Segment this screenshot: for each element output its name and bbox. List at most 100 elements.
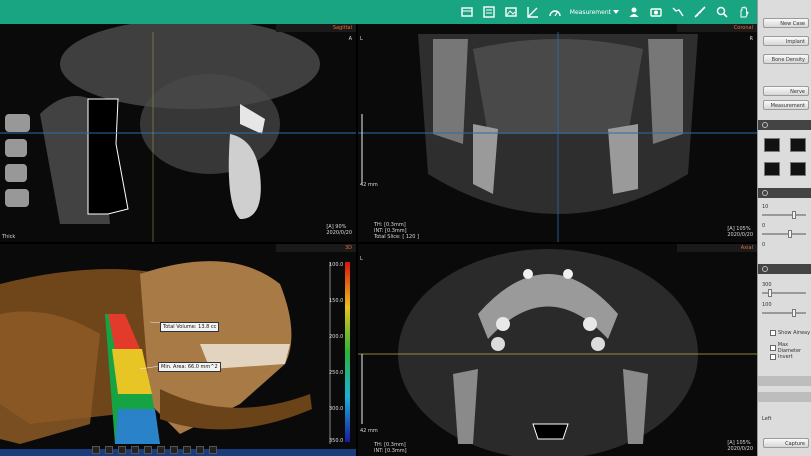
view-tool-4[interactable] <box>131 446 139 454</box>
view-tool-2[interactable] <box>105 446 113 454</box>
new-case-button[interactable]: New Case <box>763 18 809 28</box>
option-invert-checkbox[interactable] <box>770 354 776 360</box>
thumbnail-1[interactable] <box>764 138 780 152</box>
view-tool-1[interactable] <box>92 446 100 454</box>
sagittal-info-left: Thick <box>2 234 16 240</box>
view-section-header <box>758 120 811 130</box>
view-section-icon <box>762 122 768 128</box>
option-max-diameter[interactable]: Max Diameter <box>770 342 811 354</box>
trace-icon[interactable] <box>671 5 685 19</box>
render-section-icon <box>762 266 768 272</box>
view-tool-9[interactable] <box>196 446 204 454</box>
axial-title: Axial <box>677 244 757 252</box>
option-max-diameter-checkbox[interactable] <box>770 345 776 351</box>
slider-4[interactable] <box>762 309 806 317</box>
axial-pane[interactable]: Axial L 42 mm TH: [0.3mm] INT: [0.3mm] [… <box>358 244 757 456</box>
sagittal-info-right: [A] 90% 2020/0/20 <box>326 224 352 236</box>
nerve-button[interactable]: Nerve <box>763 86 809 96</box>
slider-value-4: 300 <box>762 282 772 288</box>
density-colorbar <box>345 262 350 442</box>
colorbar-label-4: 250.0 <box>329 370 344 376</box>
slider-value-3: 0 <box>762 242 766 248</box>
adjust-section-icon <box>762 190 768 196</box>
axial-info-right: [A] 105% 2020/0/20 <box>727 440 753 452</box>
option-max-diameter-label: Max Diameter <box>777 342 802 354</box>
slider-2-knob[interactable] <box>788 230 792 238</box>
side-bottom-label: Left <box>762 416 772 422</box>
view-tool-10[interactable] <box>209 446 217 454</box>
coronal-orientation-right: R <box>749 36 753 42</box>
sagittal-title: Sagittal <box>276 24 356 32</box>
view-tool-5[interactable] <box>144 446 152 454</box>
camera-icon[interactable] <box>649 5 663 19</box>
render-section-header <box>758 264 811 274</box>
volume3d-render <box>0 244 356 456</box>
view-tool-6[interactable] <box>157 446 165 454</box>
colorbar-label-3: 200.0 <box>329 334 344 340</box>
coronal-scale: 42 mm <box>360 182 378 188</box>
zoom-icon[interactable] <box>715 5 729 19</box>
side-panel: New Case Implant Bone Density Nerve Meas… <box>757 0 811 456</box>
bone-density-button[interactable]: Bone Density <box>763 54 809 64</box>
people-icon[interactable] <box>627 5 641 19</box>
slider-value-1: 10 <box>762 204 769 210</box>
coronal-info-right: [A] 105% 2020/0/20 <box>727 226 753 238</box>
view-tool-3[interactable] <box>118 446 126 454</box>
measurement-dropdown[interactable]: Measurement <box>570 9 619 16</box>
angle-icon[interactable] <box>526 5 540 19</box>
measurement-dropdown-label: Measurement <box>569 8 611 16</box>
slider-3[interactable] <box>762 289 806 297</box>
coronal-scan-image <box>358 24 757 242</box>
slider-4-knob[interactable] <box>792 309 796 317</box>
slider-1[interactable] <box>762 211 806 219</box>
option-show-airway-checkbox[interactable] <box>770 330 776 336</box>
implant-button[interactable]: Implant <box>763 36 809 46</box>
axial-scan-image <box>358 244 757 456</box>
axial-scale: 42 mm <box>360 428 378 434</box>
colorbar-label-6: 350.0 <box>329 438 344 444</box>
chevron-down-icon <box>613 10 619 14</box>
sagittal-orientation: A <box>348 36 352 42</box>
sagittal-pane[interactable]: Sagittal A [A] 90% 2020/0/20 Thick <box>0 24 356 242</box>
thumbnail-3[interactable] <box>764 162 780 176</box>
coronal-title: Coronal <box>677 24 757 32</box>
view-tool-7[interactable] <box>170 446 178 454</box>
axial-info-left: TH: [0.3mm] INT: [0.3mm] <box>374 442 407 454</box>
area-callout: Min. Area: 66.0 mm^2 <box>158 362 221 372</box>
measurement-button[interactable]: Measurement <box>763 100 809 110</box>
gauge-icon[interactable] <box>548 5 562 19</box>
colorbar-label-1: 100.0 <box>329 262 344 268</box>
option-invert[interactable]: Invert <box>770 354 793 360</box>
slider-3-knob[interactable] <box>768 289 772 297</box>
volume3d-title: 3D <box>276 244 356 252</box>
option-show-airway-label: Show Airway <box>778 330 811 336</box>
colorbar-label-5: 300.0 <box>329 406 344 412</box>
panel-icon[interactable] <box>482 5 496 19</box>
coronal-pane[interactable]: Coronal L R 42 mm TH: [0.3mm] INT: [0.3m… <box>358 24 757 242</box>
volume3d-pane[interactable]: 3D 100.0 150.0 200.0 250.0 300.0 350.0 T… <box>0 244 356 456</box>
option-invert-label: Invert <box>778 354 793 360</box>
ruler-icon[interactable] <box>693 5 707 19</box>
layout-icon[interactable] <box>460 5 474 19</box>
sagittal-scan-image <box>0 24 356 242</box>
thumbnail-2[interactable] <box>790 138 806 152</box>
volume-callout: Total Volume: 13.8 cc <box>160 322 220 332</box>
view-tool-8[interactable] <box>183 446 191 454</box>
tools-section-header <box>758 376 811 386</box>
slider-1-knob[interactable] <box>792 211 796 219</box>
coronal-info-left: TH: [0.3mm] INT: [0.3mm] Total Slice: [ … <box>374 222 419 240</box>
slider-value-5: 100 <box>762 302 772 308</box>
colorbar-label-2: 150.0 <box>329 298 344 304</box>
capture-button[interactable]: Capture <box>763 438 809 448</box>
axial-orientation: L <box>360 256 363 262</box>
thumbnail-4[interactable] <box>790 162 806 176</box>
top-toolbar: Measurement <box>0 0 757 24</box>
slider-2[interactable] <box>762 230 806 238</box>
tools-section-header-2 <box>758 392 811 402</box>
viewer-area: Sagittal A [A] 90% 2020/0/20 Thick Coron… <box>0 24 757 456</box>
slider-value-2: 0 <box>762 223 766 229</box>
coronal-orientation-left: L <box>360 36 363 42</box>
option-show-airway[interactable]: Show Airway <box>770 330 810 336</box>
pan-hand-icon[interactable] <box>737 5 751 19</box>
image-icon[interactable] <box>504 5 518 19</box>
